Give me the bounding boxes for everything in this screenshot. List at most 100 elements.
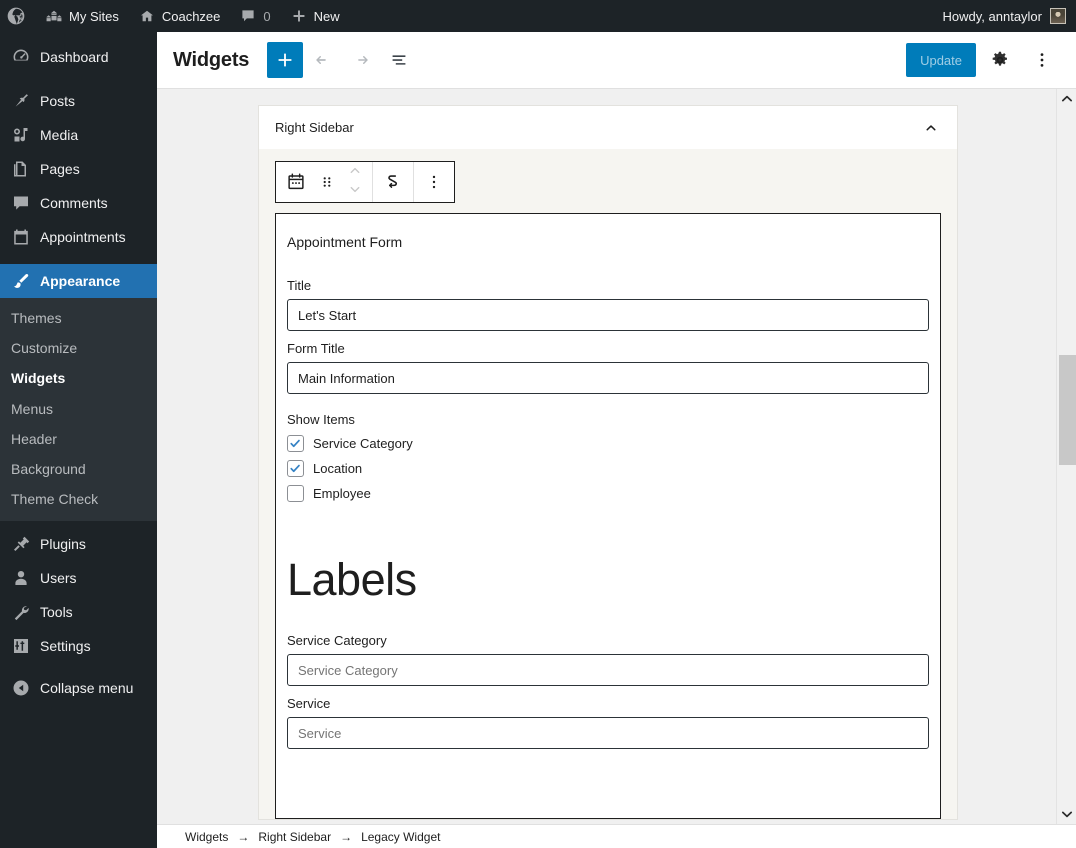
- breadcrumb-separator: →: [237, 829, 250, 844]
- editor-header-tools: [267, 42, 417, 78]
- service-category-input[interactable]: [287, 654, 929, 687]
- field-title: Title: [287, 278, 929, 331]
- undo-button[interactable]: [305, 42, 341, 78]
- checkbox-label-employee: Employee: [313, 486, 371, 501]
- admin-bar-item-site-name[interactable]: Coachzee: [129, 0, 231, 32]
- submenu-item-widgets[interactable]: Widgets: [0, 363, 157, 393]
- sidebar-item-settings[interactable]: Settings: [0, 629, 157, 663]
- sidebar-item-pages[interactable]: Pages: [0, 152, 157, 186]
- sidebar-item-collapse-menu[interactable]: Collapse menu: [0, 671, 157, 705]
- collapse-arrow-icon: [13, 680, 29, 696]
- list-view-button[interactable]: [381, 42, 417, 78]
- move-up-button[interactable]: [346, 164, 364, 182]
- admin-bar-item-new[interactable]: New: [281, 0, 350, 32]
- transform-button[interactable]: [375, 162, 411, 202]
- block-drag-handle[interactable]: [314, 162, 340, 202]
- widget-area-collapse-button[interactable]: [919, 116, 943, 140]
- admin-bar: My Sites Coachzee 0 New Howdy, anntaylor: [0, 0, 1076, 32]
- sidebar-label-dashboard: Dashboard: [40, 49, 109, 65]
- move-down-button[interactable]: [346, 183, 364, 201]
- paintbrush-icon: [14, 273, 29, 288]
- service-input[interactable]: [287, 717, 929, 750]
- sidebar-item-tools[interactable]: Tools: [0, 595, 157, 629]
- widget-area-content: Appointment Form Title Form Title Show I…: [259, 149, 957, 819]
- wordpress-logo-button[interactable]: [0, 0, 36, 32]
- more-options-button[interactable]: [1024, 42, 1060, 78]
- block-toolbar-group-primary: [276, 162, 373, 202]
- sidebar-item-appearance[interactable]: Appearance: [0, 264, 157, 298]
- sidebar-item-plugins[interactable]: Plugins: [0, 527, 157, 561]
- checkbox-service-category[interactable]: [287, 435, 304, 452]
- gear-icon: [992, 51, 1007, 66]
- checkbox-row-service-category[interactable]: Service Category: [287, 435, 929, 452]
- checkbox-location[interactable]: [287, 460, 304, 477]
- block-toolbar-group-transform: [373, 162, 414, 202]
- breadcrumb-separator: →: [340, 829, 353, 844]
- submenu-item-header[interactable]: Header: [0, 424, 157, 454]
- widget-area-body: Appointment Form Title Form Title Show I…: [258, 149, 958, 820]
- admin-bar-label-new: New: [313, 8, 340, 24]
- scroll-up-button[interactable]: [1057, 89, 1076, 109]
- settings-button[interactable]: [982, 42, 1018, 78]
- plug-icon: [14, 537, 30, 552]
- widget-area-header[interactable]: Right Sidebar: [258, 105, 958, 149]
- admin-bar-account[interactable]: Howdy, anntaylor: [943, 8, 1076, 24]
- add-block-button[interactable]: [267, 42, 304, 78]
- admin-bar-comment-count: 0: [263, 8, 271, 24]
- sidebar-label-media: Media: [40, 127, 79, 143]
- sidebar-item-dashboard[interactable]: Dashboard: [0, 40, 157, 74]
- submenu-item-themes[interactable]: Themes: [0, 303, 157, 333]
- chevron-down-icon: [350, 186, 360, 192]
- canvas-scrollbar[interactable]: [1056, 89, 1076, 824]
- show-items-label: Show Items: [287, 412, 355, 427]
- scrollbar-thumb[interactable]: [1059, 355, 1076, 465]
- chevron-down-icon: [1061, 811, 1073, 818]
- submenu-item-menus[interactable]: Menus: [0, 394, 157, 424]
- widget-title: Appointment Form: [287, 234, 403, 250]
- checkbox-employee[interactable]: [287, 485, 304, 502]
- editor-header-actions: Update: [906, 42, 1060, 78]
- sidebar-label-users: Users: [40, 570, 77, 587]
- redo-button[interactable]: [343, 42, 379, 78]
- title-input[interactable]: [287, 299, 929, 331]
- admin-bar-item-comments[interactable]: 0: [230, 0, 280, 32]
- chevron-up-icon: [1061, 95, 1073, 102]
- sites-icon: [46, 10, 62, 22]
- admin-bar-item-my-sites[interactable]: My Sites: [36, 0, 129, 32]
- sidebar-label-plugins: Plugins: [40, 536, 86, 553]
- checkbox-row-location[interactable]: Location: [287, 460, 929, 477]
- submenu-item-theme-check[interactable]: Theme Check: [0, 484, 157, 514]
- submenu-item-customize[interactable]: Customize: [0, 333, 157, 363]
- field-label-title: Title: [287, 278, 312, 293]
- block-movers: [340, 164, 370, 201]
- checkbox-row-employee[interactable]: Employee: [287, 485, 929, 502]
- sidebar-label-pages: Pages: [40, 161, 80, 177]
- block-options-button[interactable]: [416, 162, 452, 202]
- sidebar-item-posts[interactable]: Posts: [0, 84, 157, 118]
- form-title-input[interactable]: [287, 362, 929, 394]
- scroll-down-button[interactable]: [1057, 804, 1076, 824]
- update-button[interactable]: Update: [906, 43, 976, 77]
- sidebar-label-posts: Posts: [40, 93, 76, 109]
- legacy-widget-card[interactable]: Appointment Form Title Form Title Show I…: [275, 213, 941, 819]
- field-label-form-title: Form Title: [287, 341, 345, 356]
- more-vertical-icon: [1040, 53, 1044, 67]
- sidebar-item-comments[interactable]: Comments: [0, 186, 157, 220]
- checkbox-label-location: Location: [313, 461, 363, 476]
- editor-header: Widgets Update: [157, 32, 1076, 89]
- breadcrumb-item-right-sidebar[interactable]: Right Sidebar: [256, 830, 333, 844]
- breadcrumb-item-widgets[interactable]: Widgets: [183, 830, 230, 844]
- breadcrumb-item-legacy-widget[interactable]: Legacy Widget: [359, 830, 442, 844]
- block-type-button[interactable]: [278, 162, 314, 202]
- label-service: Service: [287, 696, 331, 712]
- sliders-icon: [14, 639, 28, 654]
- block-toolbar: [275, 161, 455, 203]
- sidebar-item-media[interactable]: Media: [0, 118, 157, 152]
- labels-heading: Labels: [287, 554, 417, 605]
- breadcrumb: Widgets → Right Sidebar → Legacy Widget: [157, 824, 1076, 848]
- sidebar-item-appointments[interactable]: Appointments: [0, 220, 157, 254]
- sidebar-item-users[interactable]: Users: [0, 561, 157, 595]
- label-service-category: Service Category: [287, 633, 387, 649]
- sidebar-label-comments: Comments: [40, 195, 108, 211]
- submenu-item-background[interactable]: Background: [0, 454, 157, 484]
